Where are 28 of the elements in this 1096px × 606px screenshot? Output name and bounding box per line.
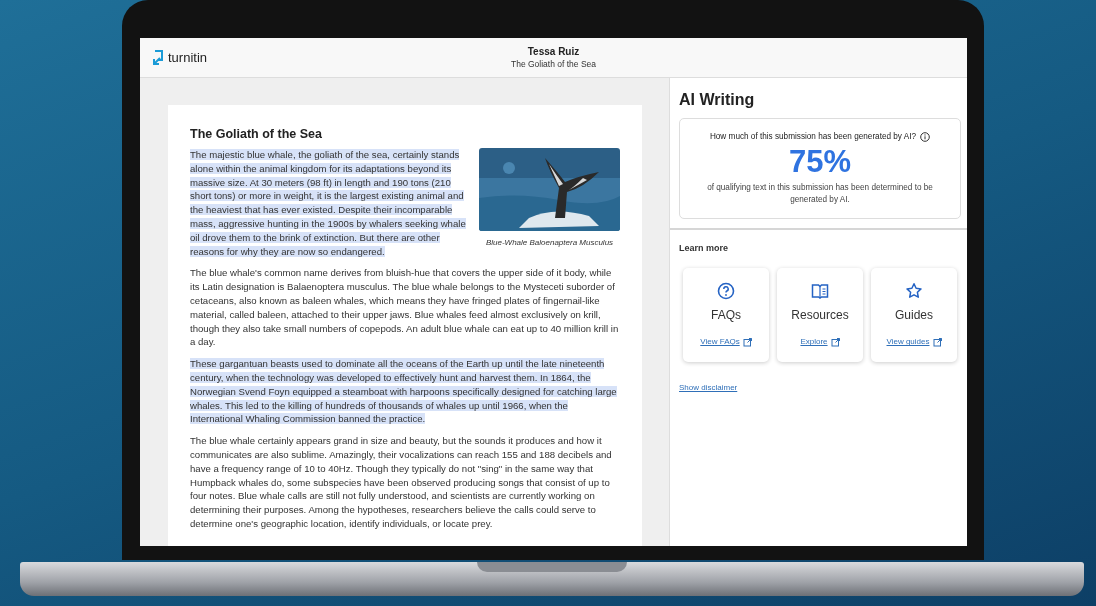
image-caption: Blue-Whale Baloenaptera Musculus [484,237,615,249]
student-name: Tessa Ruiz [526,44,581,58]
star-icon [905,282,923,301]
card-title: Guides [895,307,933,325]
paragraph: These gargantuan beasts used to dominate all the oceans of the Earth up until the late nineteenth century, when the technology was developed to effectively hunt and harvest them. In 1864, the Norwegian Svend Foyn equipped a steamboat with harpoons specifically designed for catching large whales. This led to the killing of hundreds of thousands of whales up until 1966, when the International Whaling Commission banned the practice. [190,357,618,427]
section-heading: Learn more [679,241,730,255]
card-link[interactable]: Explore [800,336,840,349]
info-icon [920,132,931,143]
logo-text: turnitin [168,48,208,67]
score-description: of qualifying text in this submission has been determined to be generated by AI. [706,182,934,206]
book-icon [811,282,829,301]
card-title: Resources [791,307,849,325]
question-text: How much of this submission has been generated by AI? [709,131,917,143]
panel-title: AI Writing [678,90,756,110]
external-link-icon [742,337,752,347]
card-link[interactable]: View FAQs [700,336,752,349]
help-icon [717,282,735,301]
paragraph: The blue whale certainly appears grand in size and beauty, but the sounds it produces and how it communicates are also sublime. Amazingly, their vocalizations can reach 155 and 188 decibels and have a frequency range of 10 to 40Hz. Though they typically do not "sing" in the same way that Humpback whales do, some subspecies have been observed producing songs that consist of up to four notes. Blue whale calls are still not fully understood, and scientists are currently working on determining their purposes. Among the hypotheses, researchers believe the calls could serve to determine one's geographic location, identify individuals, or locate prey. [190,434,613,531]
disclaimer-link[interactable]: Show disclaimer [679,382,738,395]
paragraph: The blue whale's common name derives from bluish-hue that covers the upper side of it body, while its Latin designation is Balaenoptera musculus. The blue whale belongs to the Mysteceti suborder of cetaceans, also known as baleen whales, which means they have fringed plates of fingernail-like material, called baleen, attached to their upper jaws. Blue whales feed almost exclusively on krill, though they also take small numbers of copepods. An adult blue whale can eat up to 40 million krill in a day. [190,266,620,350]
logo-icon [152,48,164,67]
submission-title: The Goliath of the Sea [510,57,597,71]
card-link[interactable]: View guides [886,336,942,349]
external-link-icon [932,337,942,347]
external-link-icon [830,337,840,347]
card-title: FAQs [711,307,741,325]
document-title: The Goliath of the Sea [190,127,323,142]
ai-percentage: 75% [788,143,851,182]
